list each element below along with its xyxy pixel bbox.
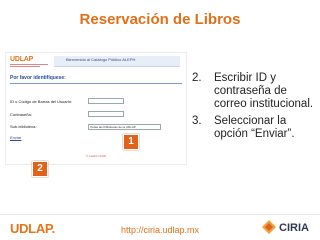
ciria-logo-text: CIRIA (279, 222, 309, 234)
user-id-input[interactable] (88, 98, 124, 104)
step-marker-2: 2 (32, 161, 48, 177)
step-number: 3. (192, 115, 202, 127)
step-marker-1: 1 (123, 134, 139, 150)
udlap-mini-logo-text: UDLAP (10, 56, 34, 63)
sub-library-label: Sub-biblioteca: (10, 124, 37, 129)
sub-library-select[interactable]: Todas las bibliotecas de la UDLAP (88, 124, 161, 130)
catalog-banner: Bienvenido al Catálogo Público ALEPH (54, 56, 180, 67)
step-text: Seleccionar la opción “Enviar”. (214, 115, 295, 140)
logo-underline-short (10, 66, 40, 67)
catalog-banner-text: Bienvenido al Catálogo Público ALEPH (66, 57, 136, 62)
logo-underline (10, 64, 48, 65)
password-label: Contraseña: (10, 112, 32, 117)
heading-divider (10, 83, 182, 84)
footer-divider (0, 214, 320, 215)
identify-heading: Por favor identifíquese: (10, 75, 66, 81)
instruction-list: 2. Escribir ID y contraseña de correo in… (192, 72, 316, 145)
step-number: 2. (192, 72, 202, 84)
aleph-footnote: © ALEPH 2006 (85, 154, 107, 158)
ciria-logo-icon (262, 220, 276, 234)
slide-title: Reservación de Libros (79, 11, 241, 28)
step-text: Escribir ID y contraseña de correo insti… (214, 72, 314, 110)
instruction-step-3: 3. Seleccionar la opción “Enviar”. (192, 115, 316, 141)
password-input[interactable] (88, 111, 124, 117)
send-link[interactable]: Enviar (10, 135, 21, 140)
catalog-login-screenshot: UDLAP Bienvenido al Catálogo Público ALE… (5, 52, 187, 165)
instruction-step-2: 2. Escribir ID y contraseña de correo in… (192, 72, 316, 111)
user-id-label: ID o Código de Barras del Usuario: (10, 99, 73, 104)
udlap-mini-logo: UDLAP (10, 56, 50, 70)
